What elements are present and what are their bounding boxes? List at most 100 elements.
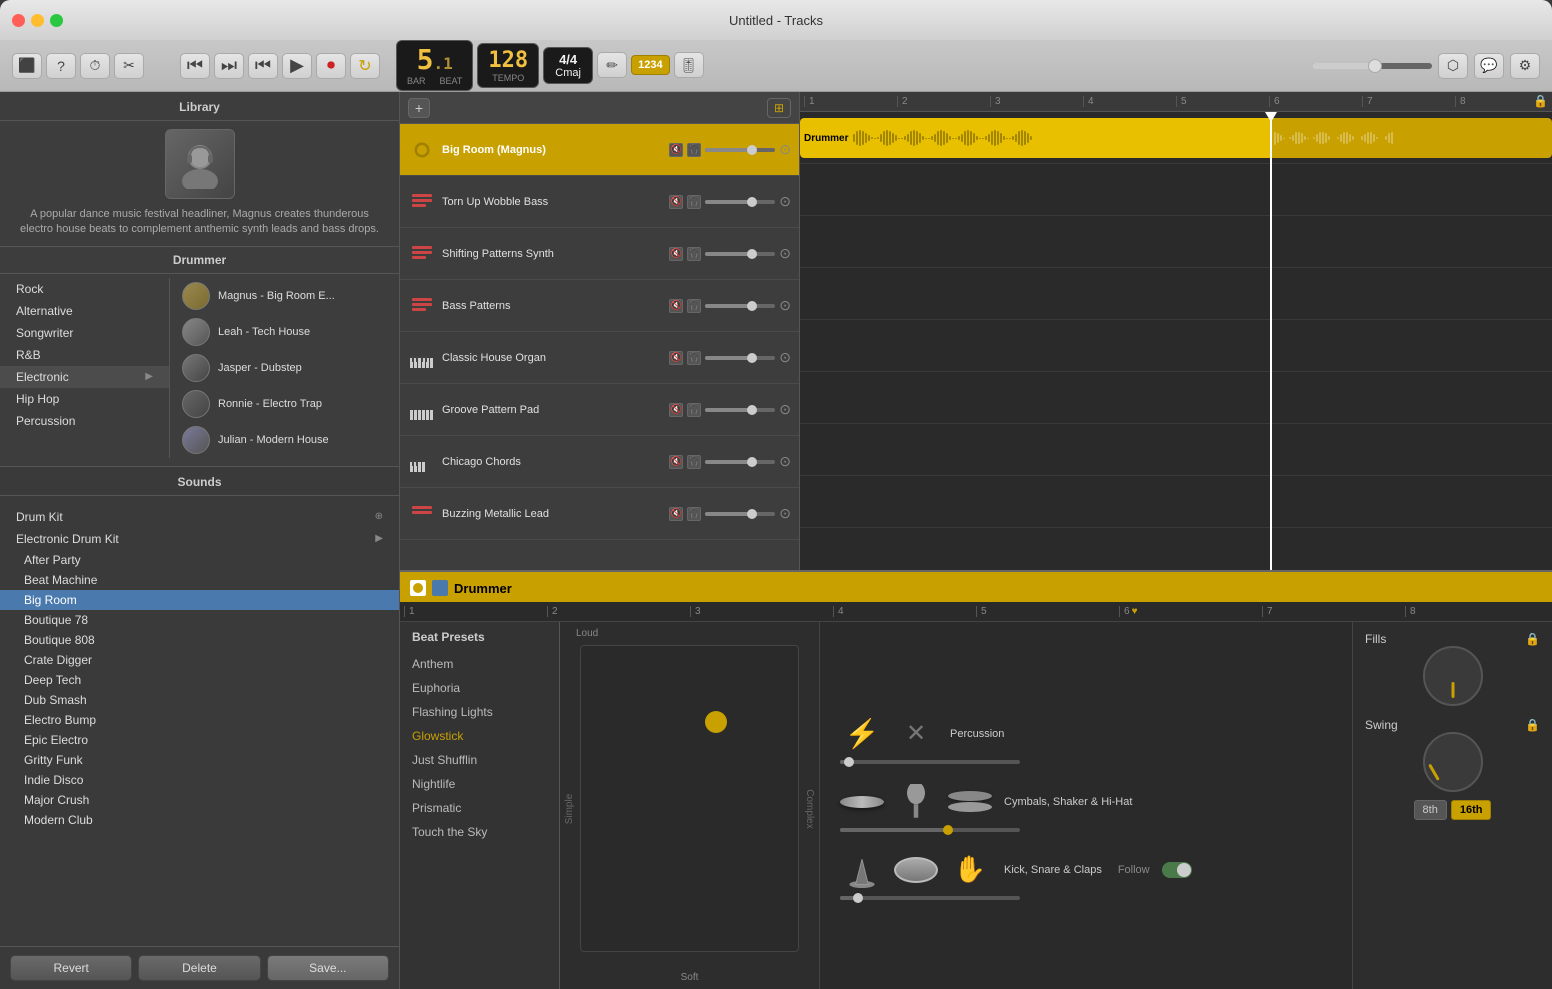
pan-knob-0[interactable]: ⊙	[779, 141, 791, 158]
sound-item-gritty-funk[interactable]: Gritty Funk	[0, 750, 399, 770]
hand-icon[interactable]: ✋	[948, 848, 992, 892]
forward-button[interactable]: ⏭	[214, 53, 244, 79]
delete-button[interactable]: Delete	[138, 955, 260, 981]
fills-knob[interactable]	[1423, 646, 1483, 706]
track-item-2[interactable]: Shifting Patterns Synth 🔇 🎧 ⊙	[400, 228, 799, 280]
record-button[interactable]: ⏺	[316, 53, 346, 79]
sound-item-electro-bump[interactable]: Electro Bump	[0, 710, 399, 730]
volume-slider-5[interactable]	[705, 408, 775, 412]
preset-just-shufflin[interactable]: Just Shufflin	[400, 748, 559, 772]
sound-item-epic-electro[interactable]: Epic Electro	[0, 730, 399, 750]
headphone-btn-5[interactable]: 🎧	[687, 403, 701, 417]
cross-icon[interactable]: ✕	[894, 712, 938, 756]
track-row-7[interactable]	[800, 476, 1552, 528]
track-row-3[interactable]	[800, 268, 1552, 320]
preset-nightlife[interactable]: Nightlife	[400, 772, 559, 796]
volume-slider-6[interactable]	[705, 460, 775, 464]
mute-btn-6[interactable]: 🔇	[669, 455, 683, 469]
revert-button[interactable]: Revert	[10, 955, 132, 981]
headphone-btn-7[interactable]: 🎧	[687, 507, 701, 521]
sound-item-modern-club[interactable]: Modern Club	[0, 810, 399, 830]
tempo-display[interactable]: 128	[488, 48, 528, 73]
sound-item-indie-disco[interactable]: Indie Disco	[0, 770, 399, 790]
sound-item-boutique-808[interactable]: Boutique 808	[0, 630, 399, 650]
track-row-6[interactable]	[800, 424, 1552, 476]
sound-item-beat-machine[interactable]: Beat Machine	[0, 570, 399, 590]
headphone-btn-1[interactable]: 🎧	[687, 195, 701, 209]
fullscreen-button[interactable]	[50, 14, 63, 27]
drummer-item-1[interactable]: Leah - Tech House	[170, 314, 399, 350]
track-row-5[interactable]	[800, 372, 1552, 424]
mute-btn-2[interactable]: 🔇	[669, 247, 683, 261]
drummer-item-3[interactable]: Ronnie - Electro Trap	[170, 386, 399, 422]
pan-knob-3[interactable]: ⊙	[779, 297, 791, 314]
swing-lock-icon[interactable]: 🔒	[1525, 718, 1540, 732]
pad-canvas[interactable]: Simple Complex	[560, 645, 819, 972]
genre-item-alternative[interactable]: Alternative	[0, 300, 169, 322]
library-button[interactable]: ⬛	[12, 53, 42, 79]
track-row-2[interactable]	[800, 216, 1552, 268]
pan-knob-1[interactable]: ⊙	[779, 193, 791, 210]
mute-btn-4[interactable]: 🔇	[669, 351, 683, 365]
track-row-4[interactable]	[800, 320, 1552, 372]
snare-drum-icon[interactable]	[894, 848, 938, 892]
electronic-drum-kit-category[interactable]: Electronic Drum Kit ▶	[0, 528, 399, 550]
smart-controls-button[interactable]: 1234	[631, 55, 669, 75]
headphone-btn-6[interactable]: 🎧	[687, 455, 701, 469]
traffic-lights[interactable]	[12, 14, 63, 27]
volume-slider-2[interactable]	[705, 252, 775, 256]
track-item-5[interactable]: Groove Pattern Pad 🔇 🎧 ⊙	[400, 384, 799, 436]
preset-prismatic[interactable]: Prismatic	[400, 796, 559, 820]
genre-item-hiphop[interactable]: Hip Hop	[0, 388, 169, 410]
save-button[interactable]: Save...	[267, 955, 389, 981]
drummer-item-2[interactable]: Jasper - Dubstep	[170, 350, 399, 386]
mute-btn-1[interactable]: 🔇	[669, 195, 683, 209]
play-button[interactable]: ▶	[282, 53, 312, 79]
swing-knob[interactable]	[1423, 732, 1483, 792]
preset-anthem[interactable]: Anthem	[400, 652, 559, 676]
chat-button[interactable]: 💬	[1474, 53, 1504, 79]
sound-item-major-crush[interactable]: Major Crush	[0, 790, 399, 810]
pan-knob-5[interactable]: ⊙	[779, 401, 791, 418]
drummer-item-0[interactable]: Magnus - Big Room E...	[170, 278, 399, 314]
share-button[interactable]: ⬡	[1438, 53, 1468, 79]
mute-btn-0[interactable]: 🔇	[669, 143, 683, 157]
pencil-button[interactable]: ✏	[597, 52, 627, 78]
pan-knob-2[interactable]: ⊙	[779, 245, 791, 262]
track-item-0[interactable]: Big Room (Magnus) 🔇 🎧 ⊙	[400, 124, 799, 176]
pan-knob-4[interactable]: ⊙	[779, 349, 791, 366]
follow-toggle[interactable]	[1162, 862, 1192, 878]
rewind-button[interactable]: ⏮	[180, 53, 210, 79]
mute-btn-7[interactable]: 🔇	[669, 507, 683, 521]
track-row-1[interactable]	[800, 164, 1552, 216]
volume-slider-1[interactable]	[705, 200, 775, 204]
close-button[interactable]	[12, 14, 25, 27]
minimize-button[interactable]	[31, 14, 44, 27]
pan-knob-7[interactable]: ⊙	[779, 505, 791, 522]
sound-item-crate-digger[interactable]: Crate Digger	[0, 650, 399, 670]
track-item-7[interactable]: Buzzing Metallic Lead 🔇 🎧 ⊙	[400, 488, 799, 540]
settings2-button[interactable]: ⚙	[1510, 53, 1540, 79]
scissor-button[interactable]: ✂	[114, 53, 144, 79]
headphone-btn-0[interactable]: 🎧	[687, 143, 701, 157]
preset-euphoria[interactable]: Euphoria	[400, 676, 559, 700]
metronome-icon[interactable]	[840, 848, 884, 892]
genre-item-rb[interactable]: R&B	[0, 344, 169, 366]
sound-item-big-room[interactable]: Big Room	[0, 590, 399, 610]
fills-lock-icon[interactable]: 🔒	[1525, 632, 1540, 646]
headphone-btn-3[interactable]: 🎧	[687, 299, 701, 313]
sixteenth-note-button[interactable]: 16th	[1451, 800, 1492, 820]
drum-kit-category[interactable]: Drum Kit ⊕	[0, 506, 399, 528]
headphone-btn-4[interactable]: 🎧	[687, 351, 701, 365]
add-track-button[interactable]: +	[408, 98, 430, 118]
hihat-icon[interactable]	[948, 780, 992, 824]
headphone-btn-2[interactable]: 🎧	[687, 247, 701, 261]
time-sig-display[interactable]: 4/4	[552, 52, 584, 67]
genre-item-songwriter[interactable]: Songwriter	[0, 322, 169, 344]
lightning-icon[interactable]: ⚡	[840, 712, 884, 756]
sound-item-boutique-78[interactable]: Boutique 78	[0, 610, 399, 630]
genre-item-percussion[interactable]: Percussion	[0, 410, 169, 432]
shaker-icon[interactable]	[894, 780, 938, 824]
mute-btn-5[interactable]: 🔇	[669, 403, 683, 417]
eighth-note-button[interactable]: 8th	[1414, 800, 1447, 820]
